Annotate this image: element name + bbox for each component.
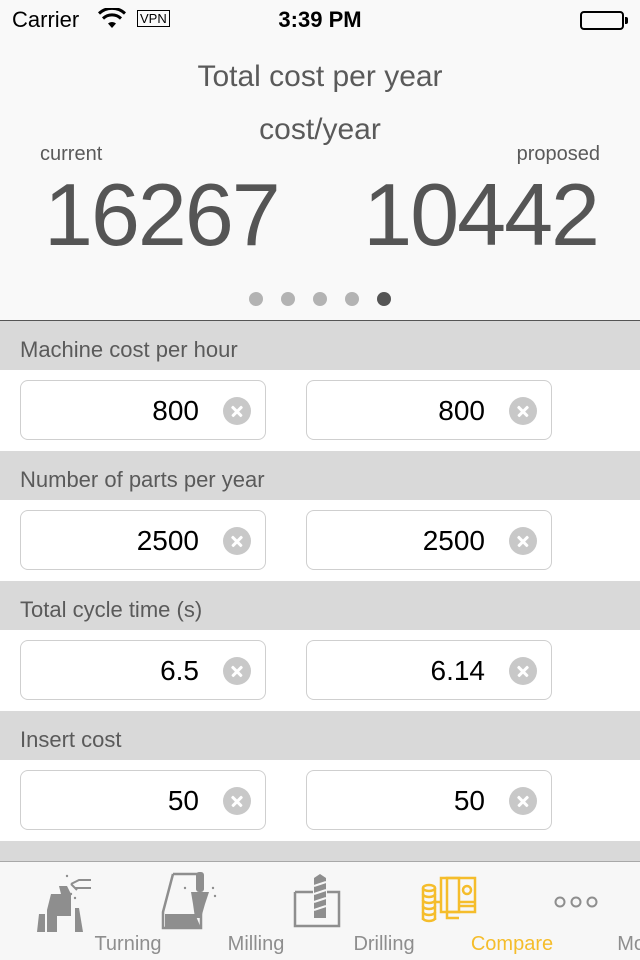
section-cycle-time: Total cycle time (s) 6.5 6.14 — [0, 581, 640, 711]
carrier-label: Carrier — [12, 7, 80, 32]
current-value: 16267 — [44, 165, 281, 264]
wifi-icon — [97, 6, 127, 35]
current-input[interactable]: 2500 — [20, 510, 266, 570]
proposed-label: proposed — [516, 143, 600, 165]
current-input[interactable]: 6.5 — [20, 640, 266, 700]
input-value: 800 — [438, 395, 485, 426]
input-value: 2500 — [422, 525, 485, 556]
clock: 3:39 PM — [278, 7, 362, 32]
tab-label: More — [617, 933, 640, 955]
section-partial — [0, 841, 640, 861]
summary-title: Total cost per year — [197, 60, 443, 93]
clear-icon[interactable] — [509, 397, 537, 425]
page-dot[interactable] — [313, 292, 327, 306]
proposed-input[interactable]: 6.14 — [306, 640, 552, 700]
page-dot[interactable] — [249, 292, 263, 306]
tab-compare[interactable]: Compare — [384, 862, 553, 960]
tab-bar: Turning Milling Drilling Compare Mo — [0, 861, 640, 960]
more-icon — [543, 872, 609, 932]
page-dot[interactable] — [345, 292, 359, 306]
clear-icon[interactable] — [509, 657, 537, 685]
turning-icon — [31, 872, 97, 932]
proposed-input[interactable]: 2500 — [306, 510, 552, 570]
status-bar: Carrier VPN 3:39 PM — [0, 0, 640, 40]
section-label: Insert cost — [0, 711, 640, 760]
cost-form[interactable]: Machine cost per hour 800 800 Number of … — [0, 321, 640, 861]
compare-icon — [415, 872, 481, 932]
drilling-icon — [287, 872, 353, 932]
summary-subtitle: cost/year — [259, 113, 381, 146]
input-value: 50 — [167, 785, 199, 816]
input-value: 6.5 — [160, 655, 199, 686]
proposed-input[interactable]: 50 — [306, 770, 552, 830]
page-control[interactable] — [0, 292, 640, 306]
clear-icon[interactable] — [223, 787, 251, 815]
input-value: 800 — [152, 395, 199, 426]
input-value: 50 — [453, 785, 485, 816]
section-label: Machine cost per hour — [0, 321, 640, 370]
page-dot[interactable] — [377, 292, 391, 306]
input-value: 2500 — [136, 525, 199, 556]
section-parts-per-year: Number of parts per year 2500 2500 — [0, 451, 640, 581]
tab-drilling[interactable]: Drilling — [256, 862, 415, 960]
clear-icon[interactable] — [223, 657, 251, 685]
tab-turning[interactable]: Turning — [0, 862, 162, 960]
tab-more[interactable]: More — [512, 862, 640, 960]
section-insert-cost: Insert cost 50 50 — [0, 711, 640, 841]
battery-icon — [580, 11, 628, 30]
vpn-badge: VPN — [137, 10, 170, 27]
section-label: Total cycle time (s) — [0, 581, 640, 630]
page-dot[interactable] — [281, 292, 295, 306]
current-label: current — [40, 143, 103, 165]
input-value: 6.14 — [430, 655, 486, 686]
cost-summary-panel[interactable]: Total cost per year cost/year current pr… — [0, 40, 640, 320]
clear-icon[interactable] — [509, 787, 537, 815]
proposed-input[interactable]: 800 — [306, 380, 552, 440]
clear-icon[interactable] — [223, 397, 251, 425]
section-machine-cost: Machine cost per hour 800 800 — [0, 321, 640, 451]
section-label: Number of parts per year — [0, 451, 640, 500]
current-input[interactable]: 50 — [20, 770, 266, 830]
proposed-value: 10442 — [363, 165, 600, 264]
clear-icon[interactable] — [223, 527, 251, 555]
milling-icon — [159, 872, 225, 932]
section-label — [0, 841, 640, 861]
tab-milling[interactable]: Milling — [128, 862, 284, 960]
current-input[interactable]: 800 — [20, 380, 266, 440]
clear-icon[interactable] — [509, 527, 537, 555]
